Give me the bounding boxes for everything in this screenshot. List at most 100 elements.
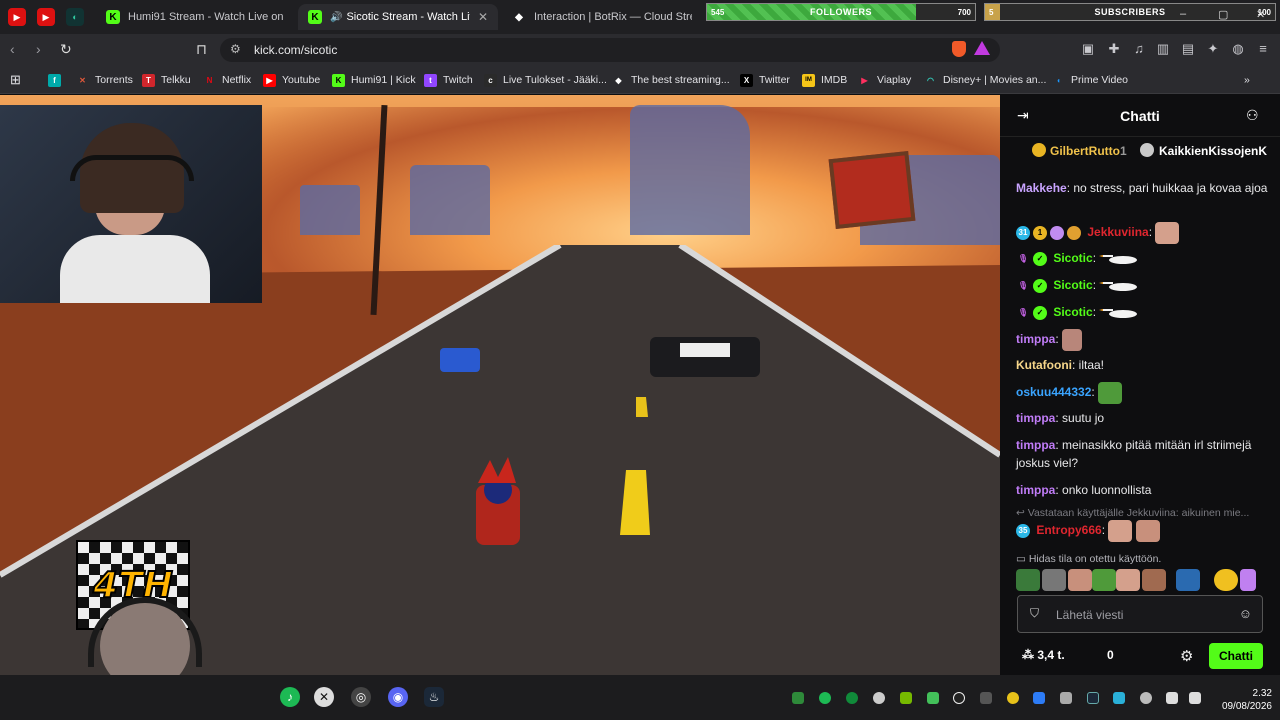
tab-sicotic[interactable]: K 🔊 Sicotic Stream - Watch Live on Kick … (298, 4, 498, 30)
speaker-icon[interactable]: 🔊 (330, 12, 342, 23)
spotify-icon[interactable]: ♪ (280, 687, 300, 707)
chat-username[interactable]: Sicotic (1053, 305, 1092, 319)
chat-username[interactable]: Entropy666 (1036, 523, 1101, 537)
brave-shield-icon[interactable] (952, 41, 966, 57)
crown-gold-icon (1032, 143, 1046, 157)
chat-username[interactable]: Sicotic (1053, 278, 1092, 292)
extension-icon[interactable]: ▣ (1080, 41, 1096, 57)
bookmark-torrents[interactable]: ✕ Torrents (76, 72, 133, 88)
sidebar-icon[interactable]: ▥ (1155, 41, 1171, 57)
bookmark-netflix[interactable]: N Netflix (203, 72, 252, 88)
microphone-icon[interactable] (1140, 692, 1152, 704)
bookmark-humi91-kick[interactable]: K Humi91 | Kick (332, 72, 416, 88)
tray-spotify-icon[interactable] (819, 692, 831, 704)
vpn-icon[interactable]: ◍ (1230, 41, 1246, 57)
bookmark-prime-video[interactable]: ◖ Prime Video (1052, 72, 1128, 88)
emote-quick-6[interactable] (1142, 569, 1166, 591)
chat-username[interactable]: timppa (1016, 483, 1055, 497)
tray-app-icon[interactable] (980, 692, 992, 704)
bookmark-disney[interactable]: ◠ Disney+ | Movies an... (924, 72, 1046, 88)
emote-quick-8[interactable] (1214, 569, 1238, 591)
system-clock[interactable]: 2.32 09/08/2026 (1212, 687, 1272, 713)
shield-icon[interactable]: ⛉ (1030, 606, 1039, 621)
pinned-tab-icon[interactable]: ◐ (66, 8, 84, 26)
brave-rewards-icon[interactable] (974, 41, 990, 55)
tray-cloud-icon[interactable] (873, 692, 885, 704)
discord-icon[interactable]: ◉ (388, 687, 408, 707)
trophy-badge (1067, 226, 1081, 240)
chat-username[interactable]: Jekkuviina (1087, 225, 1148, 239)
tray-play-icon[interactable] (927, 692, 939, 704)
tray-shield-icon[interactable] (1113, 692, 1125, 704)
steam-ring-icon[interactable]: ◎ (351, 687, 371, 707)
steam-icon[interactable]: ♨ (424, 687, 444, 707)
bookmark-imdb[interactable]: IM IMDB (802, 72, 847, 88)
bookmark-twitter[interactable]: X Twitter (740, 72, 790, 88)
tab-botrix[interactable]: ◆ Interaction | BotRix — Cloud Streaming… (502, 4, 702, 30)
emote-quick-5[interactable] (1116, 569, 1140, 591)
xbox-icon[interactable]: ✕ (314, 687, 334, 707)
apps-grid-icon[interactable]: ⊞ (10, 72, 21, 88)
tray-xbox-icon[interactable] (846, 692, 858, 704)
leo-ai-icon[interactable]: ✦ (1205, 41, 1221, 57)
user-settings-icon[interactable]: ⚇ (1246, 107, 1259, 124)
x-icon: ✕ (79, 75, 86, 85)
tray-nvidia-icon[interactable] (900, 692, 912, 704)
chat-username[interactable]: timppa (1016, 411, 1055, 425)
video-player[interactable]: 4TH (0, 95, 1000, 675)
chat-username[interactable]: oskuu444332 (1016, 385, 1091, 399)
chat-settings-gear-icon[interactable]: ⚙ (1180, 647, 1193, 665)
url-bar[interactable]: ⚙ kick.com/sicotic (220, 38, 1000, 62)
chat-username[interactable]: timppa (1016, 438, 1055, 452)
chat-input[interactable]: ⛉ Lähetä viesti ☺ (1017, 595, 1263, 633)
bookmark-mail-icon[interactable]: f (48, 72, 67, 88)
youtube-pinned-tab-icon-2[interactable]: ▶ (37, 8, 55, 26)
tray-steam-icon[interactable] (1087, 692, 1099, 704)
chat-username[interactable]: Makkehe (1016, 181, 1067, 195)
emote-quick-4[interactable] (1092, 569, 1116, 591)
back-icon[interactable]: ‹ (10, 41, 15, 57)
chat-username[interactable]: Kutafooni (1016, 358, 1072, 372)
puzzle-icon[interactable]: ✚ (1106, 41, 1122, 57)
music-icon[interactable]: ♫ (1131, 41, 1147, 57)
bookmark-live-tulokset[interactable]: c Live Tulokset - Jääki... (484, 72, 607, 88)
emote-quick-7[interactable] (1176, 569, 1200, 591)
bookmark-viaplay[interactable]: ▶ Viaplay (858, 72, 911, 88)
tray-razer-icon[interactable] (953, 692, 965, 704)
bluetooth-icon[interactable] (1033, 692, 1045, 704)
send-chat-button[interactable]: Chatti (1209, 643, 1263, 669)
top-gifter-2[interactable]: KaikkienKissojenK (1159, 144, 1267, 158)
play-icon: ▶ (861, 75, 868, 85)
tray-yellow-icon[interactable] (1007, 692, 1019, 704)
close-tab-icon[interactable]: ✕ (478, 10, 488, 24)
wallet-icon[interactable]: ▤ (1180, 41, 1196, 57)
bookmark-telkku[interactable]: T Telkku (142, 72, 191, 88)
tray-device-icon[interactable] (1060, 692, 1072, 704)
emote-quick-3[interactable] (1068, 569, 1092, 591)
emote-quick-2[interactable] (1042, 569, 1066, 591)
bookmark-youtube[interactable]: ▶ Youtube (263, 72, 320, 88)
emote-quick-1[interactable] (1016, 569, 1040, 591)
forward-icon[interactable]: › (36, 41, 41, 57)
bookmark-streaming[interactable]: ◆ The best streaming... (612, 72, 729, 88)
more-bookmarks-icon[interactable]: » (1244, 72, 1250, 88)
emote-quick-9[interactable] (1240, 569, 1256, 591)
chat-username[interactable]: Sicotic (1053, 251, 1092, 265)
top-gifter-1[interactable]: GilbertRutto (1050, 144, 1120, 158)
youtube-pinned-tab-icon[interactable]: ▶ (8, 8, 26, 26)
tray-green-icon[interactable] (792, 692, 804, 704)
network-icon[interactable] (1189, 692, 1201, 704)
reply-context[interactable]: ↩ Vastataan käyttäjälle Jekkuviina: aiku… (1016, 507, 1268, 519)
volume-icon[interactable] (1166, 692, 1178, 704)
chat-panel: ⇥ Chatti ⚇ GilbertRutto 1 KaikkienKissoj… (1000, 95, 1280, 675)
bookmark-page-icon[interactable]: ⊓ (196, 41, 207, 58)
bookmark-twitch[interactable]: t Twitch (424, 72, 473, 88)
site-settings-icon[interactable]: ⚙ (230, 42, 241, 56)
menu-icon[interactable]: ≡ (1255, 41, 1271, 57)
viewer-count[interactable]: ⁂ 3,4 t. (1022, 648, 1065, 662)
reload-icon[interactable]: ↻ (60, 41, 72, 58)
channel-points[interactable]: 0 (1107, 648, 1114, 662)
chat-username[interactable]: timppa (1016, 332, 1055, 346)
tab-humi91[interactable]: K Humi91 Stream - Watch Live on Kick (96, 4, 296, 30)
emoji-icon[interactable]: ☺ (1239, 606, 1252, 621)
